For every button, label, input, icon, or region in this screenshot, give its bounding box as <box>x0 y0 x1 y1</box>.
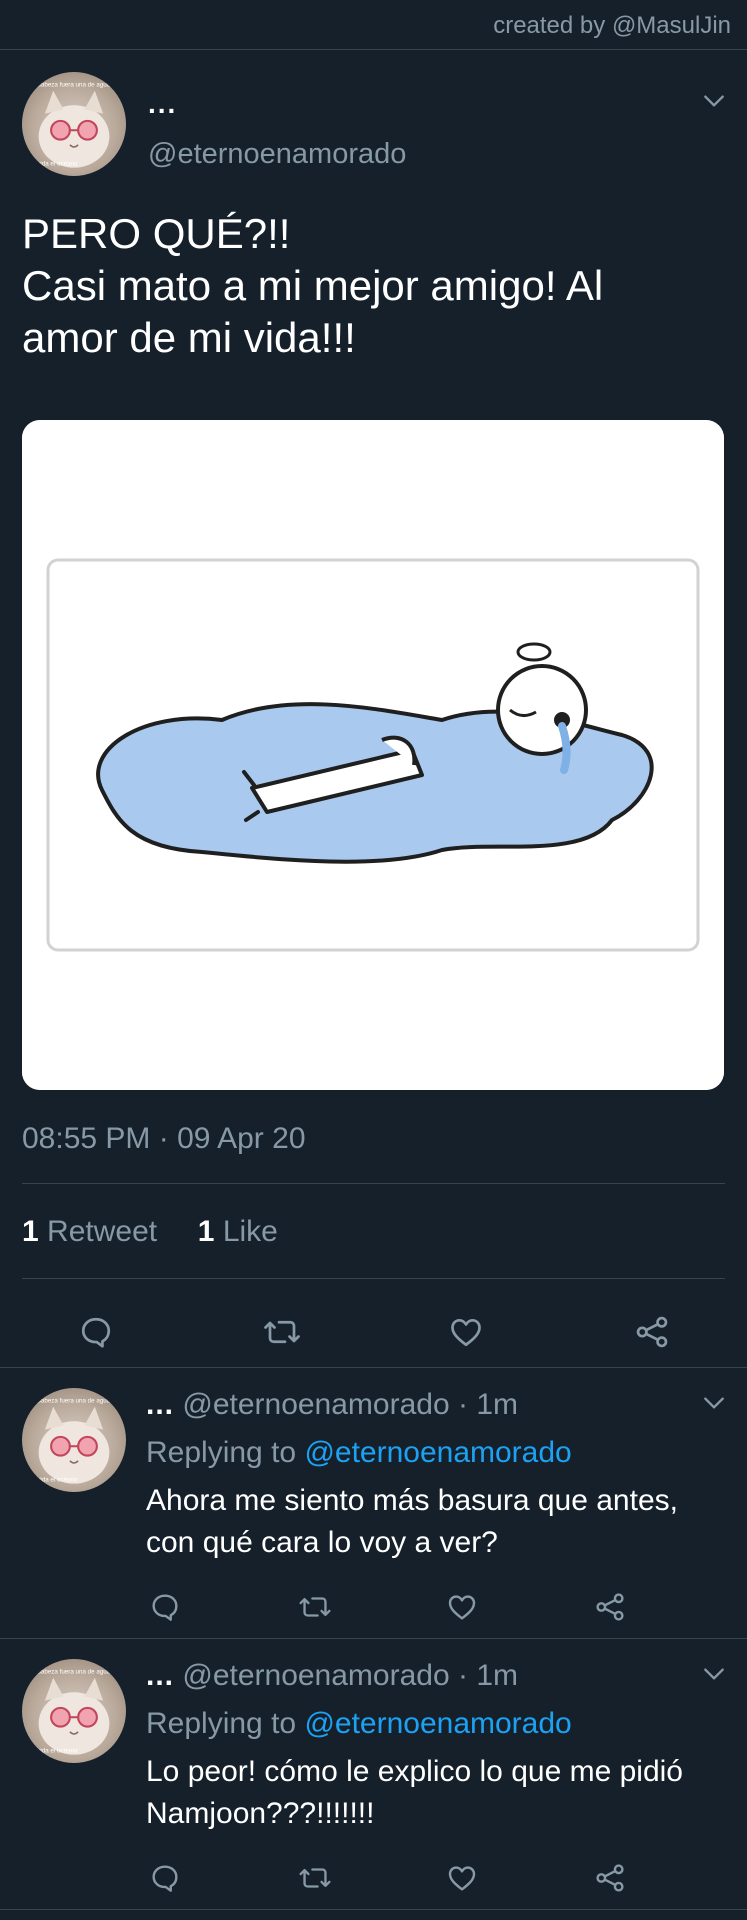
avatar[interactable]: sabeza fuera una de agua vida el océano <box>22 1388 126 1492</box>
display-name[interactable]: ... <box>148 88 177 120</box>
reply-time: · 1m <box>458 1388 518 1421</box>
avatar-caption-bottom: vida el océano <box>37 161 78 168</box>
share-icon[interactable] <box>622 1302 682 1362</box>
retweet-icon[interactable] <box>290 1853 340 1903</box>
chevron-down-icon[interactable] <box>701 1661 727 1687</box>
reply-header: ... @eternoenamorado · 1m <box>146 1659 518 1693</box>
tweet-stats: 1 Retweet 1 Like <box>22 1215 278 1249</box>
like-label[interactable]: Like <box>223 1215 278 1248</box>
reply-header: ... @eternoenamorado · 1m <box>146 1388 518 1422</box>
reply-icon[interactable] <box>140 1582 190 1632</box>
tweet-text: PERO QUÉ?!! Casi mato a mi mejor amigo! … <box>22 208 725 364</box>
replying-to-label: Replying to <box>146 1436 297 1469</box>
avatar-caption-top: sabeza fuera una de agua <box>38 82 111 89</box>
avatar-image: sabeza fuera una de agua vida el océano <box>37 1669 111 1755</box>
display-name[interactable]: ... <box>146 1388 174 1421</box>
chevron-down-icon[interactable] <box>701 1390 727 1416</box>
user-handle[interactable]: @eternoenamorado <box>148 138 406 171</box>
like-icon[interactable] <box>436 1302 496 1362</box>
reply-icon[interactable] <box>66 1302 126 1362</box>
retweet-icon[interactable] <box>290 1582 340 1632</box>
mention-link[interactable]: @eternoenamorado <box>304 1436 571 1469</box>
reply-action-bar <box>0 1853 747 1903</box>
avatar-caption-top: sabeza fuera una de agua <box>38 1398 111 1405</box>
avatar-image: sabeza fuera una de agua vida el océano <box>37 82 111 168</box>
tweet-text-line: amor de mi vida!!! <box>22 314 356 361</box>
crying-figure-illustration <box>22 420 724 1090</box>
tweet-timestamp: 08:55 PM · 09 Apr 20 <box>22 1122 306 1155</box>
tweet-text-line: PERO QUÉ?!! <box>22 210 291 257</box>
reply-text-line: Ahora me siento más basura que antes, <box>146 1484 678 1517</box>
divider <box>22 1278 725 1279</box>
mention-link[interactable]: @eternoenamorado <box>304 1707 571 1740</box>
user-handle[interactable]: @eternoenamorado <box>182 1659 449 1692</box>
reply-time: · 1m <box>458 1659 518 1692</box>
reply-tweet[interactable]: sabeza fuera una de agua vida el océano … <box>0 1639 747 1909</box>
avatar[interactable]: sabeza fuera una de agua vida el océano <box>22 72 126 176</box>
tweet-action-bar <box>0 1302 747 1362</box>
divider <box>0 1909 747 1910</box>
retweet-label[interactable]: Retweet <box>47 1215 157 1248</box>
like-icon[interactable] <box>437 1853 487 1903</box>
reply-text-line: Lo peor! cómo le explico lo que me pidió <box>146 1755 683 1788</box>
avatar-caption-bottom: vida el océano <box>37 1748 78 1755</box>
share-icon[interactable] <box>585 1582 635 1632</box>
replying-to: Replying to @eternoenamorado <box>146 1707 572 1741</box>
reply-text-line: Namjoon???!!!!!!! <box>146 1797 375 1830</box>
avatar-image: sabeza fuera una de agua vida el océano <box>37 1398 111 1484</box>
reply-text: Lo peor! cómo le explico lo que me pidió… <box>146 1751 731 1835</box>
replying-to-label: Replying to <box>146 1707 297 1740</box>
like-icon[interactable] <box>437 1582 487 1632</box>
tweet-media-image[interactable] <box>22 420 724 1090</box>
user-handle[interactable]: @eternoenamorado <box>182 1388 449 1421</box>
like-count[interactable]: 1 <box>198 1215 215 1248</box>
retweet-icon[interactable] <box>252 1302 312 1362</box>
reply-icon[interactable] <box>140 1853 190 1903</box>
retweet-count[interactable]: 1 <box>22 1215 39 1248</box>
chevron-down-icon[interactable] <box>701 88 727 114</box>
replying-to: Replying to @eternoenamorado <box>146 1436 572 1470</box>
divider <box>22 1183 725 1184</box>
avatar[interactable]: sabeza fuera una de agua vida el océano <box>22 1659 126 1763</box>
reply-tweet[interactable]: sabeza fuera una de agua vida el océano … <box>0 1368 747 1638</box>
display-name[interactable]: ... <box>146 1659 174 1692</box>
share-icon[interactable] <box>585 1853 635 1903</box>
reply-text-line: con qué cara lo voy a ver? <box>146 1526 498 1559</box>
reply-action-bar <box>0 1582 747 1632</box>
reply-text: Ahora me siento más basura que antes, co… <box>146 1480 731 1564</box>
credit-label: created by @MasulJin <box>0 0 747 50</box>
tweet-text-line: Casi mato a mi mejor amigo! Al <box>22 262 604 309</box>
avatar-caption-top: sabeza fuera una de agua <box>38 1669 111 1676</box>
avatar-caption-bottom: vida el océano <box>37 1477 78 1484</box>
